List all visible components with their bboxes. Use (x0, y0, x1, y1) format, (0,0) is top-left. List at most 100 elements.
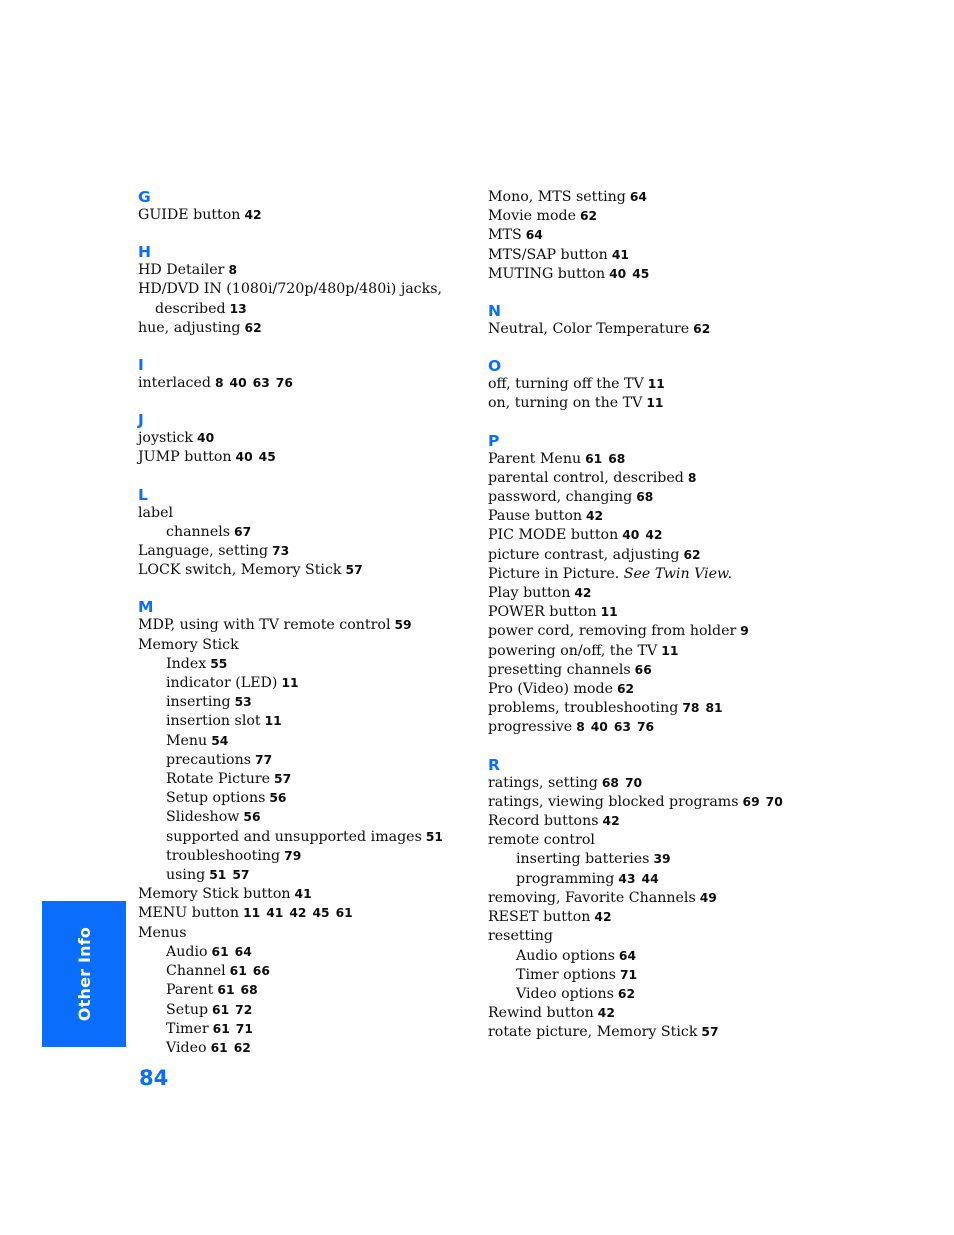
index-page-reference[interactable]: 66 (635, 663, 652, 677)
index-page-reference[interactable]: 8 (576, 720, 585, 734)
index-page-reference[interactable]: 64 (235, 945, 252, 959)
index-page-reference[interactable]: 64 (526, 228, 543, 242)
index-page-reference[interactable]: 79 (284, 849, 301, 863)
index-page-reference[interactable]: 45 (632, 267, 649, 281)
index-page-reference[interactable]: 78 (682, 701, 699, 715)
index-page-reference[interactable]: 40 (622, 528, 639, 542)
index-page-reference[interactable]: 57 (701, 1025, 718, 1039)
index-page-reference[interactable]: 41 (266, 906, 283, 920)
index-page-reference[interactable]: 40 (591, 720, 608, 734)
index-page-reference[interactable]: 40 (236, 450, 253, 464)
index-page-reference[interactable]: 42 (645, 528, 662, 542)
index-page-reference[interactable]: 62 (234, 1041, 251, 1055)
index-page-reference[interactable]: 77 (255, 753, 272, 767)
index-page-reference[interactable]: 51 (426, 830, 443, 844)
index-page-reference[interactable]: 61 (213, 1022, 230, 1036)
index-page-reference[interactable]: 45 (259, 450, 276, 464)
index-page-reference[interactable]: 64 (630, 190, 647, 204)
index-page-reference[interactable]: 57 (274, 772, 291, 786)
index-page-reference[interactable]: 8 (228, 263, 237, 277)
index-page-reference[interactable]: 61 (212, 1003, 229, 1017)
index-page-reference[interactable]: 49 (700, 891, 717, 905)
index-page-reference[interactable]: 42 (574, 586, 591, 600)
index-entry-term: interlaced (138, 375, 211, 392)
index-entry: Parent Menu 61 68 (488, 450, 818, 469)
index-page-reference[interactable]: 42 (594, 910, 611, 924)
index-page-reference[interactable]: 66 (253, 964, 270, 978)
index-page-reference[interactable]: 11 (661, 644, 678, 658)
index-page-reference[interactable]: 76 (637, 720, 654, 734)
index-page-reference[interactable]: 62 (245, 321, 262, 335)
index-page-reference[interactable]: 40 (230, 376, 247, 390)
index-page-reference[interactable]: 69 (743, 795, 760, 809)
index-page-reference[interactable]: 8 (688, 471, 697, 485)
index-page-reference[interactable]: 73 (272, 544, 289, 558)
index-page-reference[interactable]: 76 (276, 376, 293, 390)
index-page-reference[interactable]: 40 (609, 267, 626, 281)
index-entry: on, turning on the TV 11 (488, 394, 818, 413)
index-page-reference[interactable]: 45 (312, 906, 329, 920)
index-page-reference[interactable]: 63 (253, 376, 270, 390)
index-entry-term: Channel (166, 963, 226, 980)
index-page-reference[interactable]: 8 (215, 376, 224, 390)
index-page-reference[interactable]: 42 (598, 1006, 615, 1020)
index-page-reference[interactable]: 62 (617, 682, 634, 696)
index-entry-term: Language, setting (138, 543, 269, 560)
index-page-reference[interactable]: 62 (683, 548, 700, 562)
index-page-reference[interactable]: 55 (210, 657, 227, 671)
index-entry: powering on/off, the TV 11 (488, 642, 818, 661)
index-page-reference[interactable]: 70 (766, 795, 783, 809)
index-page-reference[interactable]: 62 (618, 987, 635, 1001)
index-entry: MDP, using with TV remote control 59 (138, 616, 468, 635)
index-page-reference[interactable]: 41 (295, 887, 312, 901)
index-page-reference[interactable]: 43 (618, 872, 635, 886)
index-page-reference[interactable]: 68 (636, 490, 653, 504)
index-page-reference[interactable]: 11 (648, 377, 665, 391)
index-page-reference[interactable]: 67 (234, 525, 251, 539)
index-page-reference[interactable]: 54 (211, 734, 228, 748)
index-page-reference[interactable]: 57 (232, 868, 249, 882)
index-page-reference[interactable]: 57 (346, 563, 363, 577)
index-page-reference[interactable]: 56 (269, 791, 286, 805)
index-page-reference[interactable]: 42 (603, 814, 620, 828)
index-page-reference[interactable]: 71 (236, 1022, 253, 1036)
index-page-reference[interactable]: 44 (642, 872, 659, 886)
index-page-reference[interactable]: 68 (241, 983, 258, 997)
index-page-reference[interactable]: 11 (265, 714, 282, 728)
index-page-reference[interactable]: 61 (211, 1041, 228, 1055)
index-page-reference[interactable]: 70 (625, 776, 642, 790)
index-page-reference[interactable]: 41 (612, 248, 629, 262)
index-page-reference[interactable]: 42 (244, 208, 261, 222)
index-page-reference[interactable]: 61 (336, 906, 353, 920)
thumb-tab-other-info: Other Info (42, 901, 126, 1047)
index-page-reference[interactable]: 11 (281, 676, 298, 690)
index-page-reference[interactable]: 64 (619, 949, 636, 963)
index-page-reference[interactable]: 63 (614, 720, 631, 734)
index-page-reference[interactable]: 61 (212, 945, 229, 959)
index-page-reference[interactable]: 61 (217, 983, 234, 997)
index-entry: Timer 61 71 (138, 1020, 468, 1039)
index-page-reference[interactable]: 9 (740, 624, 749, 638)
index-entry-term: channels (166, 523, 231, 540)
index-page-reference[interactable]: 56 (243, 810, 260, 824)
index-page-reference[interactable]: 11 (646, 396, 663, 410)
index-page-reference[interactable]: 51 (209, 868, 226, 882)
index-page-reference[interactable]: 72 (235, 1003, 252, 1017)
index-page-reference[interactable]: 71 (620, 968, 637, 982)
index-page-reference[interactable]: 59 (395, 618, 412, 632)
index-page-reference[interactable]: 81 (705, 701, 722, 715)
index-page-reference[interactable]: 61 (230, 964, 247, 978)
index-page-reference[interactable]: 68 (602, 776, 619, 790)
index-page-reference[interactable]: 11 (601, 605, 618, 619)
index-page-reference[interactable]: 39 (653, 852, 670, 866)
index-page-reference[interactable]: 62 (693, 322, 710, 336)
index-page-reference[interactable]: 53 (235, 695, 252, 709)
index-page-reference[interactable]: 68 (608, 452, 625, 466)
index-page-reference[interactable]: 13 (230, 302, 247, 316)
index-page-reference[interactable]: 40 (197, 431, 214, 445)
index-page-reference[interactable]: 11 (243, 906, 260, 920)
index-page-reference[interactable]: 42 (289, 906, 306, 920)
index-page-reference[interactable]: 42 (586, 509, 603, 523)
index-page-reference[interactable]: 62 (580, 209, 597, 223)
index-page-reference[interactable]: 61 (585, 452, 602, 466)
